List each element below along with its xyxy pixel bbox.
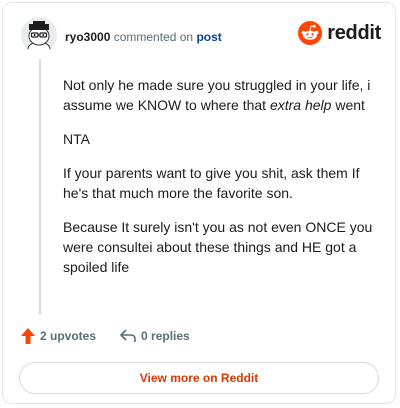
view-more-button[interactable]: View more on Reddit: [19, 362, 379, 394]
post-link[interactable]: post: [196, 30, 221, 44]
view-more-label: View more on Reddit: [139, 371, 259, 385]
comment-header: ryo3000 commented on post: [65, 30, 222, 44]
comment-paragraph: Not only he made sure you struggled in y…: [63, 77, 371, 113]
upvote-button[interactable]: 2 upvotes: [21, 328, 96, 344]
comment-card: ryo3000 commented on post reddit Not onl…: [2, 2, 396, 404]
comment-body: Not only he made sure you struggled in y…: [63, 75, 381, 291]
brand-name: reddit: [327, 21, 381, 44]
reply-count: 0 replies: [141, 329, 190, 343]
comment-actions: 2 upvotes 0 replies: [21, 328, 214, 344]
comment-paragraph: Because It surely isn't you as not even …: [63, 219, 373, 275]
reddit-brand[interactable]: reddit: [298, 21, 381, 45]
avatar[interactable]: [21, 17, 57, 53]
thread-line: [39, 59, 41, 315]
action-text: commented on: [113, 30, 194, 44]
replies-button[interactable]: 0 replies: [120, 329, 190, 343]
reddit-logo-icon: [298, 21, 323, 45]
avatar-icon: [21, 17, 57, 53]
upvote-arrow-icon: [21, 328, 35, 344]
reply-arrow-icon: [120, 329, 136, 342]
upvote-count: 2 upvotes: [40, 329, 97, 343]
comment-paragraph: If your parents want to give you shit, a…: [63, 165, 360, 201]
comment-paragraph: NTA: [63, 131, 90, 147]
username-link[interactable]: ryo3000: [65, 30, 110, 44]
